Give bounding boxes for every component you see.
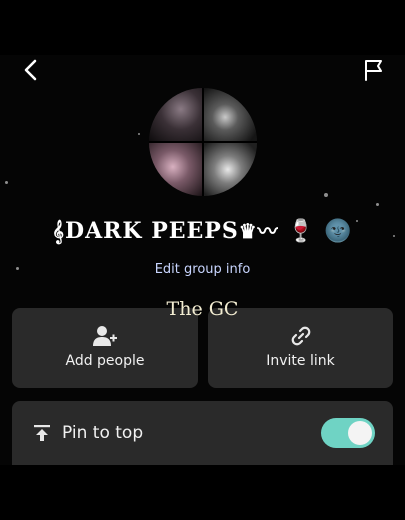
- wine-emoji: 🍷: [287, 218, 316, 244]
- avatar-photo-1: [149, 88, 202, 141]
- invite-link-button[interactable]: Invite link: [208, 308, 393, 388]
- add-people-label: Add people: [65, 353, 145, 369]
- background-star: [376, 203, 379, 206]
- group-name-suffix: ♛〰: [238, 219, 279, 243]
- chevron-left-icon: [24, 59, 37, 81]
- pin-to-top-label: Pin to top: [62, 423, 144, 443]
- group-name-prefix: 𝄞: [52, 219, 65, 243]
- link-icon: [291, 326, 310, 346]
- add-person-icon: [93, 326, 117, 346]
- invite-link-label: Invite link: [266, 353, 335, 369]
- back-button[interactable]: [16, 55, 46, 85]
- group-avatar[interactable]: [149, 88, 257, 196]
- avatar-photo-2: [204, 88, 257, 141]
- background-star: [5, 181, 8, 184]
- edit-group-info-link[interactable]: Edit group info: [0, 262, 405, 277]
- avatar-photo-4: [204, 143, 257, 196]
- moon-emoji: 🌚: [324, 218, 353, 244]
- group-name: 𝄞DARK PEEPS♛〰 🍷 🌚: [0, 215, 405, 244]
- background-star: [324, 193, 328, 197]
- toggle-knob: [348, 421, 372, 445]
- pin-to-top-row[interactable]: Pin to top: [12, 401, 393, 465]
- add-people-button[interactable]: Add people: [12, 308, 198, 388]
- flag-icon: [365, 60, 382, 81]
- overlay-caption: The GC: [166, 298, 239, 320]
- report-button[interactable]: [359, 55, 389, 85]
- avatar-photo-3: [149, 143, 202, 196]
- avatar-divider: [149, 141, 257, 143]
- group-profile-screen: 𝄞DARK PEEPS♛〰 🍷 🌚 Edit group info Add pe…: [0, 55, 405, 465]
- group-name-text: DARK PEEPS: [65, 218, 239, 244]
- background-star: [138, 133, 140, 135]
- pin-top-icon: [34, 425, 50, 441]
- pin-to-top-toggle[interactable]: [321, 418, 375, 448]
